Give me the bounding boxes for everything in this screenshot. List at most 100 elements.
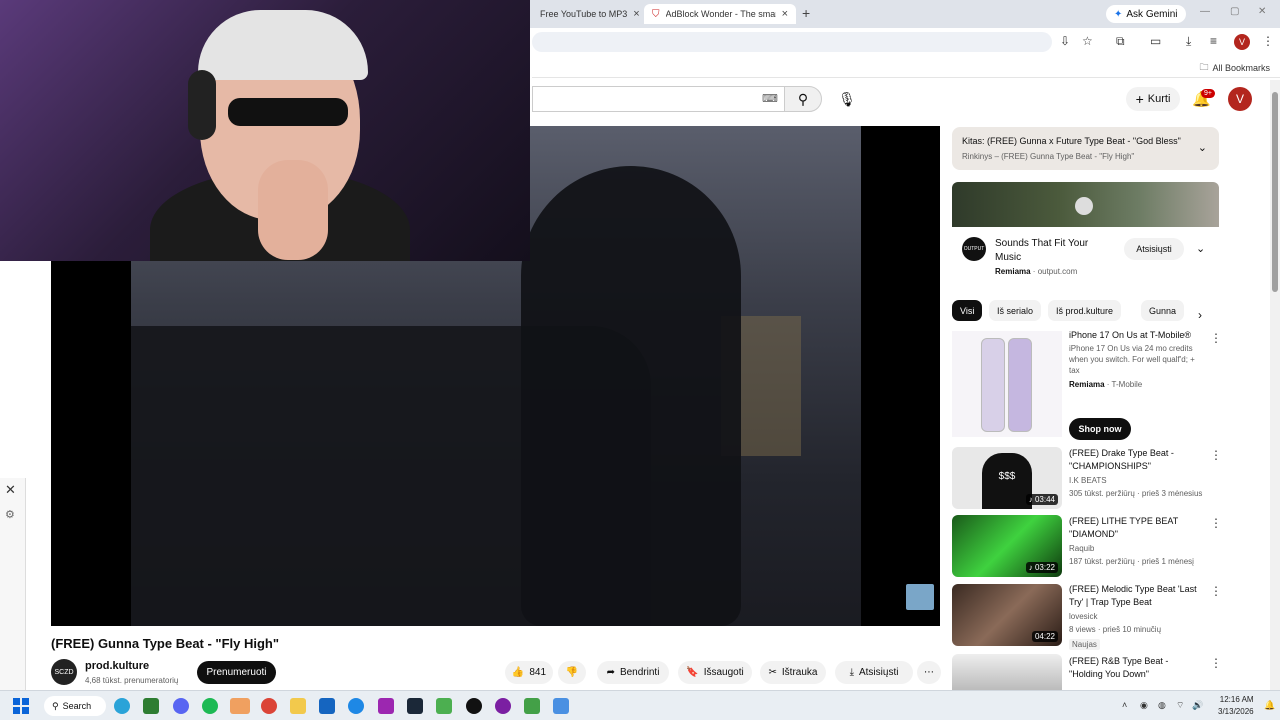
- extensions-puzzle-icon[interactable]: ⧉: [1116, 34, 1125, 49]
- channel-avatar[interactable]: SCZD: [51, 659, 77, 685]
- vpn-app-icon[interactable]: [524, 698, 540, 714]
- notification-center-icon[interactable]: 🔔: [1264, 700, 1275, 711]
- omnibox[interactable]: [532, 32, 1052, 52]
- browser-menu-icon[interactable]: ⋮: [1262, 34, 1274, 48]
- chevron-down-icon[interactable]: ⌄: [1196, 242, 1205, 255]
- keyboard-icon[interactable]: ⌨: [762, 92, 778, 105]
- more-options-icon[interactable]: ⋮: [1210, 448, 1222, 462]
- downloads-icon[interactable]: ⤓: [1186, 34, 1191, 49]
- discord-app-icon[interactable]: [173, 698, 189, 714]
- create-button[interactable]: + Kurti: [1126, 87, 1180, 111]
- windows-start-icon[interactable]: [13, 698, 29, 714]
- duration-label: 03:22: [1034, 563, 1055, 572]
- tab-adblock-wonder[interactable]: ⛉ AdBlock Wonder - The smartest ×: [644, 4, 796, 24]
- account-avatar[interactable]: V: [1228, 87, 1252, 111]
- rec-channel[interactable]: lovesick: [1069, 612, 1097, 621]
- more-options-icon[interactable]: ⋮: [1210, 516, 1222, 530]
- settings-gear-icon[interactable]: ⚙: [5, 508, 15, 521]
- chip-all[interactable]: Visi: [952, 300, 983, 321]
- more-options-icon[interactable]: ⋮: [1210, 331, 1222, 345]
- chip-from-channel[interactable]: Iš prod.kulture: [1048, 300, 1122, 321]
- ask-gemini-label: Ask Gemini: [1126, 8, 1178, 20]
- all-bookmarks-button[interactable]: 🗀 All Bookmarks: [1199, 60, 1270, 76]
- ad-title[interactable]: Sounds That Fit Your Music: [995, 237, 1110, 265]
- close-tab-icon[interactable]: ×: [782, 8, 788, 20]
- browser-profile-avatar[interactable]: V: [1234, 34, 1250, 50]
- download-button[interactable]: ⤓ Atsisiųsti: [835, 661, 913, 684]
- store-app-icon[interactable]: [319, 698, 335, 714]
- clip-button[interactable]: ✂ Ištrauka: [760, 661, 826, 684]
- more-options-icon[interactable]: ⋮: [1210, 656, 1222, 670]
- steam-app-icon[interactable]: [407, 698, 423, 714]
- save-button[interactable]: 🔖 Išsaugoti: [678, 661, 752, 684]
- file-explorer-icon[interactable]: [290, 698, 306, 714]
- dislike-button[interactable]: 👎: [558, 661, 586, 684]
- phone-image: [1008, 338, 1032, 432]
- chip-gunna[interactable]: Gunna: [1141, 300, 1185, 321]
- up-next-panel[interactable]: Kitas: (FREE) Gunna x Future Type Beat -…: [952, 127, 1219, 170]
- tray-app-icon[interactable]: ◉: [1140, 700, 1148, 711]
- close-panel-icon[interactable]: ✕: [5, 482, 16, 498]
- shop-now-button[interactable]: Shop now: [1069, 418, 1131, 440]
- ad-advertiser-logo[interactable]: OUTPUT: [962, 237, 986, 261]
- tool-app-icon[interactable]: [378, 698, 394, 714]
- rec-channel[interactable]: I.K BEATS: [1069, 476, 1107, 485]
- subscribe-button[interactable]: Prenumeruoti: [197, 661, 276, 684]
- chevron-down-icon[interactable]: ⌄: [1198, 141, 1207, 154]
- scroll-thumb[interactable]: [1272, 92, 1278, 292]
- chip-from-series[interactable]: Iš serialo: [989, 300, 1042, 321]
- clock-date: 3/13/2026: [1218, 707, 1254, 716]
- taskbar-search[interactable]: ⚲ Search: [44, 696, 106, 716]
- spotify-app-icon[interactable]: [202, 698, 218, 714]
- video-thumbnail[interactable]: ♪ 03:22: [952, 515, 1062, 577]
- media-app-icon[interactable]: [495, 698, 511, 714]
- tray-chevron-up-icon[interactable]: ˄: [1122, 700, 1127, 710]
- minimize-window-icon[interactable]: —: [1200, 6, 1210, 17]
- channel-name[interactable]: prod.kulture: [85, 660, 149, 672]
- new-tab-plus-icon[interactable]: +: [802, 5, 810, 21]
- video-thumbnail[interactable]: 04:22: [952, 584, 1062, 646]
- ad-thumbnail[interactable]: [952, 331, 1062, 437]
- ad-title[interactable]: iPhone 17 On Us at T-Mobile®: [1069, 330, 1191, 340]
- reading-list-icon[interactable]: ≡: [1210, 34, 1217, 48]
- obs-app-icon[interactable]: [466, 698, 482, 714]
- more-options-icon[interactable]: ⋮: [1210, 584, 1222, 598]
- search-button[interactable]: ⚲: [784, 86, 822, 112]
- like-button[interactable]: 👍 841: [505, 661, 553, 684]
- rec-title[interactable]: (FREE) Drake Type Beat - "CHAMPIONSHIPS": [1069, 447, 1204, 473]
- close-tab-icon[interactable]: ×: [633, 8, 639, 20]
- rec-channel[interactable]: Raquib: [1069, 544, 1094, 553]
- tray-app-icon[interactable]: ◍: [1158, 700, 1166, 711]
- notepad-app-icon[interactable]: [553, 698, 569, 714]
- paint-app-icon[interactable]: [230, 698, 250, 714]
- page-scrollbar[interactable]: [1270, 80, 1280, 690]
- video-thumbnail[interactable]: $$$ ♪ 03:44: [952, 447, 1062, 509]
- tab-free-youtube-to-mp3[interactable]: Free YouTube to MP3 ×: [532, 4, 640, 24]
- rec-title[interactable]: (FREE) LITHE TYPE BEAT "DIAMOND": [1069, 515, 1204, 541]
- side-panel-icon[interactable]: ▭: [1150, 34, 1161, 48]
- minecraft-app-icon[interactable]: [436, 698, 452, 714]
- maximize-window-icon[interactable]: ▢: [1230, 6, 1239, 17]
- chevron-right-icon[interactable]: ›: [1198, 308, 1202, 322]
- search-input[interactable]: [532, 86, 786, 112]
- voice-search-mic-icon[interactable]: 🎙: [834, 86, 860, 112]
- nvidia-app-icon[interactable]: [143, 698, 159, 714]
- ad-download-button[interactable]: Atsisiųsti: [1124, 238, 1184, 260]
- settings-app-icon[interactable]: [348, 698, 364, 714]
- wifi-icon[interactable]: ⌔: [1176, 700, 1184, 711]
- clip-label: Ištrauka: [781, 667, 818, 678]
- channel-watermark[interactable]: [906, 584, 934, 610]
- volume-icon[interactable]: 🔊: [1192, 700, 1203, 711]
- more-actions-button[interactable]: ⋯: [917, 661, 941, 684]
- share-button[interactable]: ➦ Bendrinti: [597, 661, 669, 684]
- ask-gemini-button[interactable]: ✦ Ask Gemini: [1106, 5, 1186, 23]
- edge-app-icon[interactable]: [114, 698, 130, 714]
- install-app-icon[interactable]: ⇩: [1060, 34, 1070, 48]
- rec-title[interactable]: (FREE) R&B Type Beat - "Holding You Down…: [1069, 655, 1204, 681]
- video-thumbnail[interactable]: [952, 654, 1062, 690]
- system-clock[interactable]: 12:16 AM 3/13/2026: [1218, 694, 1254, 718]
- chrome-app-icon[interactable]: [261, 698, 277, 714]
- bookmark-star-icon[interactable]: ☆: [1082, 34, 1093, 48]
- close-window-icon[interactable]: ✕: [1258, 6, 1266, 17]
- rec-title[interactable]: (FREE) Melodic Type Beat 'Last Try' | Tr…: [1069, 583, 1204, 609]
